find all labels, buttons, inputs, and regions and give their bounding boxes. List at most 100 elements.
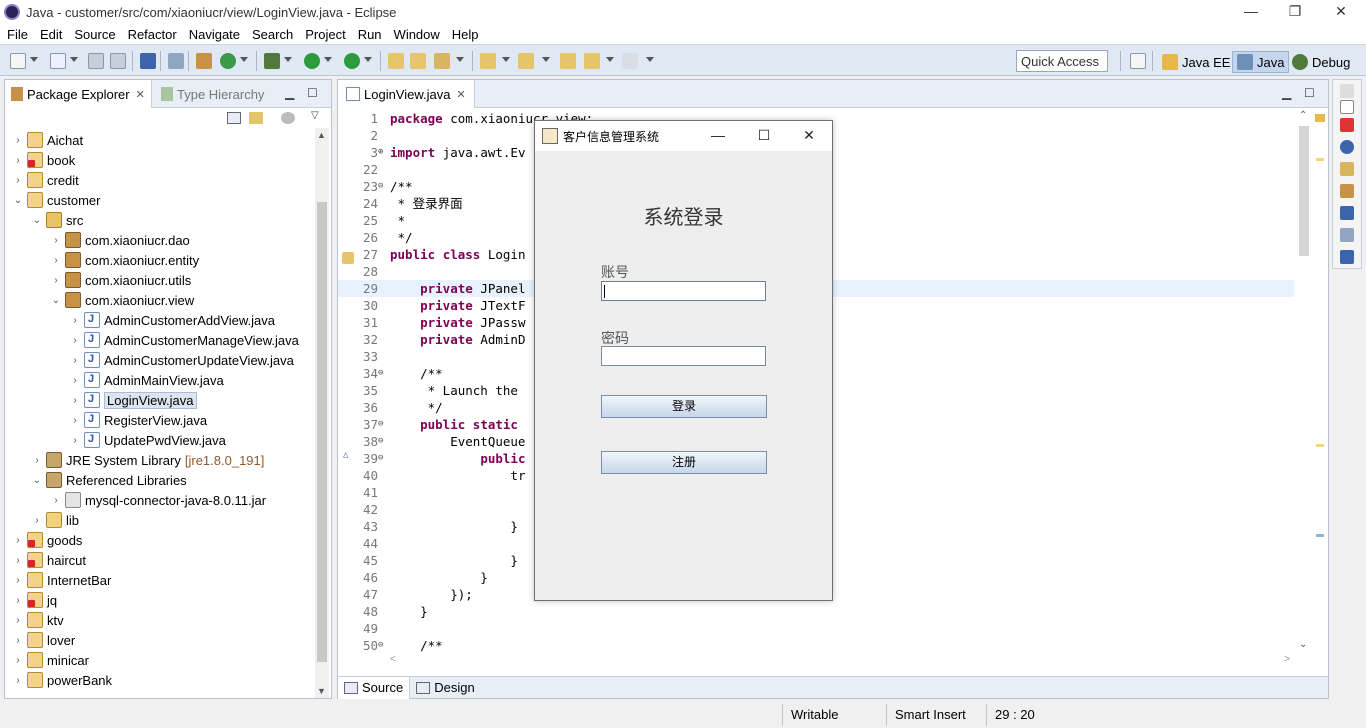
tree-item[interactable]: › JRE System Library [jre1.8.0_191] xyxy=(5,450,264,470)
dialog-minimize-button[interactable]: — xyxy=(695,121,741,151)
expand-chevron-icon[interactable]: › xyxy=(13,595,23,606)
servers-view-icon[interactable] xyxy=(1340,250,1354,264)
last-edit-location-icon[interactable] xyxy=(560,53,576,69)
tree-item[interactable]: › UpdatePwdView.java xyxy=(5,430,226,450)
menu-search[interactable]: Search xyxy=(245,27,298,42)
code-line[interactable]: 48 } xyxy=(338,603,1294,620)
expand-chevron-icon[interactable]: › xyxy=(13,655,23,666)
editor-horizontal-scrollbar[interactable]: < > xyxy=(388,654,1290,668)
scroll-thumb[interactable] xyxy=(317,202,327,662)
run-dropdown-arrow-icon[interactable] xyxy=(324,57,332,62)
new-class-dropdown-arrow-icon[interactable] xyxy=(240,57,248,62)
console-view-icon[interactable] xyxy=(1340,206,1354,220)
tree-item[interactable]: › AdminCustomerAddView.java xyxy=(5,310,275,330)
scroll-right-icon[interactable]: > xyxy=(1284,654,1290,665)
tree-item[interactable]: › InternetBar xyxy=(5,570,111,590)
scroll-up-icon[interactable]: ⌃ xyxy=(1299,110,1307,121)
tree-item[interactable]: › AdminMainView.java xyxy=(5,370,224,390)
run-external-tool-icon[interactable] xyxy=(344,53,360,69)
debug-dropdown-arrow-icon[interactable] xyxy=(284,57,292,62)
menu-file[interactable]: File xyxy=(0,27,33,42)
open-task-icon[interactable] xyxy=(410,53,426,69)
tree-item[interactable]: ⌄ Referenced Libraries xyxy=(5,470,187,490)
tree-item[interactable]: › AdminCustomerManageView.java xyxy=(5,330,299,350)
debug-icon[interactable] xyxy=(264,53,280,69)
collapse-fold-icon[interactable]: ⊖ xyxy=(378,365,383,382)
scroll-left-icon[interactable]: < xyxy=(390,654,396,665)
expand-chevron-icon[interactable]: › xyxy=(32,515,42,526)
collapse-chevron-icon[interactable]: ⌄ xyxy=(32,475,42,486)
tree-item[interactable]: › jq xyxy=(5,590,57,610)
tree-item[interactable]: › haircut xyxy=(5,550,86,570)
close-tab-icon[interactable]: ✕ xyxy=(136,88,145,101)
collapse-fold-icon[interactable]: ⊖ xyxy=(378,416,383,433)
tree-scrollbar[interactable]: ▲ ▼ xyxy=(315,128,329,698)
previous-annotation-dropdown-arrow-icon[interactable] xyxy=(542,57,550,62)
outline-icon[interactable] xyxy=(1340,100,1354,114)
scroll-thumb[interactable] xyxy=(1299,126,1309,256)
tree-item[interactable]: › credit xyxy=(5,170,79,190)
menu-navigate[interactable]: Navigate xyxy=(182,27,245,42)
previous-annotation-icon[interactable] xyxy=(518,53,534,69)
collapse-fold-icon[interactable]: ⊖ xyxy=(378,637,383,654)
external-tool-dropdown-arrow-icon[interactable] xyxy=(364,57,372,62)
javadoc-icon[interactable] xyxy=(1340,140,1354,154)
next-annotation-icon[interactable] xyxy=(480,53,496,69)
expand-fold-icon[interactable]: ⊕ xyxy=(378,144,383,161)
view-menu-icon[interactable]: ▽ xyxy=(311,110,319,121)
expand-chevron-icon[interactable]: › xyxy=(13,635,23,646)
scroll-down-icon[interactable]: ▼ xyxy=(317,686,326,696)
warning-indicator[interactable] xyxy=(1315,114,1325,122)
search-icon[interactable] xyxy=(434,53,450,69)
expand-chevron-icon[interactable]: › xyxy=(13,555,23,566)
close-tab-icon[interactable]: ✕ xyxy=(457,88,466,101)
menu-source[interactable]: Source xyxy=(67,27,120,42)
focus-active-task-icon[interactable] xyxy=(281,112,295,124)
menu-window[interactable]: Window xyxy=(387,27,445,42)
tab-type-hierarchy[interactable]: Type Hierarchy xyxy=(155,80,270,108)
expand-chevron-icon[interactable]: › xyxy=(51,495,61,506)
save-icon[interactable] xyxy=(88,53,104,69)
perspective-java[interactable]: Java xyxy=(1232,51,1290,73)
tree-item[interactable]: › lib xyxy=(5,510,79,530)
back-icon[interactable] xyxy=(584,53,600,69)
menu-project[interactable]: Project xyxy=(298,27,350,42)
new-java-class-icon[interactable] xyxy=(220,53,236,69)
minimize-button[interactable]: — xyxy=(1228,0,1274,24)
tree-item[interactable]: › RegisterView.java xyxy=(5,410,207,430)
close-button[interactable]: ✕ xyxy=(1318,0,1364,24)
new-icon[interactable] xyxy=(10,53,26,69)
perspective-java-ee[interactable]: Java EE xyxy=(1158,51,1234,73)
collapse-fold-icon[interactable]: ⊖ xyxy=(378,433,383,450)
expand-chevron-icon[interactable]: › xyxy=(70,435,80,446)
search-view-icon[interactable] xyxy=(1340,184,1354,198)
progress-view-icon[interactable] xyxy=(1340,228,1354,242)
minimize-editor-icon[interactable]: ▁ xyxy=(1282,86,1291,100)
tree-item[interactable]: › minicar xyxy=(5,650,89,670)
expand-chevron-icon[interactable]: › xyxy=(13,535,23,546)
expand-chevron-icon[interactable]: › xyxy=(70,415,80,426)
scroll-up-icon[interactable]: ▲ xyxy=(317,130,326,140)
expand-chevron-icon[interactable]: › xyxy=(13,155,23,166)
open-perspective-icon[interactable] xyxy=(1130,53,1146,69)
new-project-icon[interactable] xyxy=(50,53,66,69)
expand-chevron-icon[interactable]: › xyxy=(51,255,61,266)
collapse-chevron-icon[interactable]: ⌄ xyxy=(13,195,23,206)
tree-item[interactable]: › mysql-connector-java-8.0.11.jar xyxy=(5,490,266,510)
next-annotation-dropdown-arrow-icon[interactable] xyxy=(502,57,510,62)
expand-chevron-icon[interactable]: › xyxy=(13,135,23,146)
back-dropdown-arrow-icon[interactable] xyxy=(606,57,614,62)
console-icon[interactable] xyxy=(140,53,156,69)
dialog-maximize-button[interactable]: ☐ xyxy=(741,121,787,151)
scroll-down-icon[interactable]: ⌄ xyxy=(1299,639,1307,650)
expand-chevron-icon[interactable]: › xyxy=(32,455,42,466)
login-button[interactable]: 登录 xyxy=(601,395,767,418)
tree-item[interactable]: › com.xiaoniucr.dao xyxy=(5,230,190,250)
collapse-all-icon[interactable] xyxy=(227,112,241,124)
menu-refactor[interactable]: Refactor xyxy=(121,27,182,42)
dialog-close-button[interactable]: ✕ xyxy=(786,121,832,151)
expand-chevron-icon[interactable]: › xyxy=(13,575,23,586)
forward-dropdown-arrow-icon[interactable] xyxy=(646,57,654,62)
expand-chevron-icon[interactable]: › xyxy=(13,175,23,186)
skip-breakpoints-icon[interactable] xyxy=(168,53,184,69)
